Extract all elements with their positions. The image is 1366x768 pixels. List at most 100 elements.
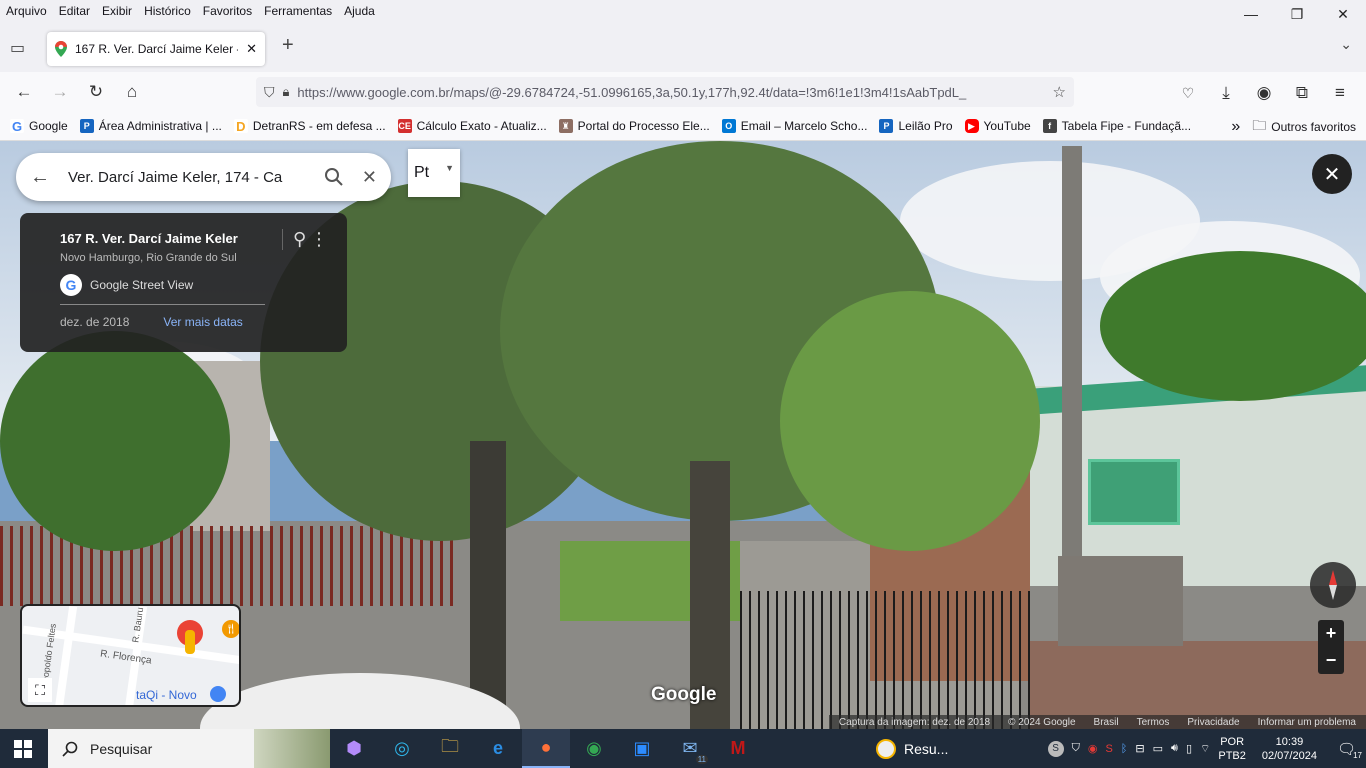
tab-title: 167 R. Ver. Darcí Jaime Keler - G	[75, 42, 239, 56]
tab-maps[interactable]: 167 R. Ver. Darcí Jaime Keler - G ✕	[47, 32, 265, 66]
new-tab-icon[interactable]: +	[282, 34, 294, 57]
bookmark-portal-processo[interactable]: ♜ Portal do Processo Ele...	[558, 119, 710, 133]
menu-favoritos[interactable]: Favoritos	[197, 4, 258, 18]
taskbar-weather-widget[interactable]: Resu...	[876, 729, 948, 768]
lock-icon[interactable]: 🔒︎	[283, 84, 290, 100]
wifi-icon[interactable]: ⌔	[1200, 742, 1210, 756]
search-input[interactable]: Ver. Darcí Jaime Keler, 174 - Ca	[68, 169, 306, 186]
dropdown-arrow-icon[interactable]: ▼	[445, 163, 454, 173]
menu-historico[interactable]: Histórico	[138, 4, 197, 18]
bookmark-leilao-pro[interactable]: P Leilão Pro	[879, 119, 953, 133]
taskbar-mcafee-icon[interactable]: M	[714, 729, 762, 768]
clock[interactable]: 10:39 02/07/2024	[1262, 735, 1317, 763]
shield-icon[interactable]: ⛉	[264, 84, 275, 101]
pocket-icon[interactable]: ♡	[1170, 77, 1206, 109]
privacy-link[interactable]: Privacidade	[1187, 717, 1239, 728]
taskbar-edge-icon[interactable]: ◎	[378, 729, 426, 768]
address-bar[interactable]: ⛉ 🔒︎ https://www.google.com.br/maps/@-29…	[256, 77, 1074, 107]
downloads-icon[interactable]: ⤓	[1208, 77, 1244, 109]
bookmark-star-icon[interactable]: ☆	[1053, 83, 1066, 101]
taskbar-zoom-icon[interactable]: ▣	[618, 729, 666, 768]
expand-map-icon[interactable]: ⛶	[28, 678, 52, 702]
google-g-icon: G	[60, 274, 82, 296]
maps-search-box[interactable]: ← Ver. Darcí Jaime Keler, 174 - Ca ✕	[16, 153, 391, 201]
location-pin-icon[interactable]: ⚲	[282, 229, 306, 250]
more-bookmarks-icon[interactable]: »	[1231, 118, 1240, 136]
street-view[interactable]: ← Ver. Darcí Jaime Keler, 174 - Ca ✕ Pt …	[0, 141, 1366, 729]
tab-list-icon[interactable]: ▭	[10, 38, 25, 58]
zoom-in-button[interactable]: +	[1326, 623, 1337, 644]
layer-button[interactable]: Pt ▼	[408, 149, 460, 197]
search-highlight-icon	[254, 729, 330, 768]
menu-ajuda[interactable]: Ajuda	[338, 4, 381, 18]
minimap-road	[54, 606, 78, 705]
reload-icon[interactable]: ↻	[78, 76, 114, 108]
menu-ferramentas[interactable]: Ferramentas	[258, 4, 338, 18]
close-tab-icon[interactable]: ✕	[246, 41, 257, 57]
close-street-view-icon[interactable]: ✕	[1312, 154, 1352, 194]
bookmarks-bar: G Google P Área Administrativa | ... D Detr…	[0, 112, 1366, 141]
record-icon[interactable]: ◉	[1088, 742, 1098, 755]
language-indicator[interactable]: POR PTB2	[1218, 735, 1246, 763]
security-shield-icon[interactable]: ⛉	[1072, 742, 1080, 755]
menu-exibir[interactable]: Exibir	[96, 4, 138, 18]
bookmark-tabela-fipe[interactable]: f Tabela Fipe - Fundaçã...	[1042, 119, 1191, 133]
extensions-icon[interactable]: ⧉	[1284, 77, 1320, 109]
back-arrow-icon[interactable]: ←	[30, 166, 50, 189]
volume-icon[interactable]: 🔊︎	[1171, 742, 1178, 755]
region-link[interactable]: Brasil	[1094, 717, 1119, 728]
forward-icon[interactable]: →	[42, 76, 78, 108]
gate	[740, 591, 1030, 729]
taskbar-ie-icon[interactable]: e	[474, 729, 522, 768]
skype-icon[interactable]: S	[1047, 740, 1064, 757]
taskbar-mail-icon[interactable]: ✉ 11	[666, 729, 714, 768]
bookmark-outros-favoritos[interactable]: 🗀 Outros favoritos	[1252, 115, 1356, 139]
home-icon[interactable]: ⌂	[114, 76, 150, 108]
battery-icon[interactable]: ▯	[1186, 742, 1192, 755]
compass-icon[interactable]	[1310, 562, 1356, 608]
minimap[interactable]: R. Florença R. Leopoldo Feltes R. Bauru …	[20, 604, 241, 707]
taskbar-explorer-icon[interactable]: 🗀	[426, 729, 474, 768]
bookmark-youtube[interactable]: ▶ YouTube	[964, 119, 1031, 133]
terms-link[interactable]: Termos	[1137, 717, 1170, 728]
taskbar-firefox-icon[interactable]: ●	[522, 729, 570, 768]
bluetooth-icon[interactable]: ᛒ	[1121, 743, 1128, 755]
more-options-icon[interactable]: ⋮	[310, 229, 328, 250]
network-icon[interactable]: ⊟	[1135, 742, 1144, 755]
street-label-florenca: R. Florença	[99, 648, 153, 667]
taskbar-search[interactable]: Pesquisar	[48, 729, 330, 768]
clear-search-icon[interactable]: ✕	[362, 167, 377, 188]
bookmark-email[interactable]: O Email – Marcelo Scho...	[721, 119, 867, 133]
bookmark-google[interactable]: G Google	[10, 119, 68, 134]
url-text[interactable]: https://www.google.com.br/maps/@-29.6784…	[297, 85, 1044, 100]
nav-bar: ← → ↻ ⌂ ⛉ 🔒︎ https://www.google.com.br/m…	[0, 72, 1366, 112]
windows-start-icon[interactable]	[14, 740, 32, 758]
bookmark-calculo-exato[interactable]: CE Cálculo Exato - Atualiz...	[397, 119, 547, 133]
copyright: © 2024 Google	[1008, 716, 1076, 728]
tabs-dropdown-icon[interactable]: ⌄	[1340, 36, 1352, 53]
more-dates-link[interactable]: Ver mais datas	[163, 315, 242, 329]
place-label: taQi - Novo	[136, 688, 197, 702]
zoom-out-button[interactable]: −	[1326, 650, 1337, 671]
bookmark-detranrs[interactable]: D DetranRS - em defesa ...	[233, 119, 386, 134]
menu-hamburger-icon[interactable]: ≡	[1322, 77, 1358, 109]
back-icon[interactable]: ←	[6, 76, 42, 108]
taskbar-copilot-icon[interactable]: ⬢	[330, 729, 378, 768]
antivirus-icon[interactable]: S	[1105, 743, 1112, 755]
account-icon[interactable]: ◉	[1246, 77, 1282, 109]
layer-label: Pt	[414, 164, 430, 181]
toolbar-icons: ♡ ⤓ ◉ ⧉ ≡	[1170, 77, 1358, 109]
location-info-card: 167 R. Ver. Darcí Jaime Keler Novo Hambu…	[20, 213, 347, 352]
shopping-icon	[210, 686, 226, 702]
bookmark-area-administrativa[interactable]: P Área Administrativa | ...	[79, 119, 222, 133]
search-icon[interactable]	[324, 167, 344, 187]
ce-icon: CE	[397, 119, 412, 133]
device-icon[interactable]: ▭	[1153, 742, 1163, 755]
menu-arquivo[interactable]: Arquivo	[0, 4, 53, 18]
maps-pin-icon	[55, 41, 67, 57]
taskbar-chrome-icon[interactable]: ◉	[570, 729, 618, 768]
report-problem-link[interactable]: Informar um problema	[1258, 717, 1356, 728]
menu-editar[interactable]: Editar	[53, 4, 96, 18]
tree-canopy	[0, 331, 230, 551]
notifications-icon[interactable]: 🗨︎ 17	[1337, 740, 1362, 760]
